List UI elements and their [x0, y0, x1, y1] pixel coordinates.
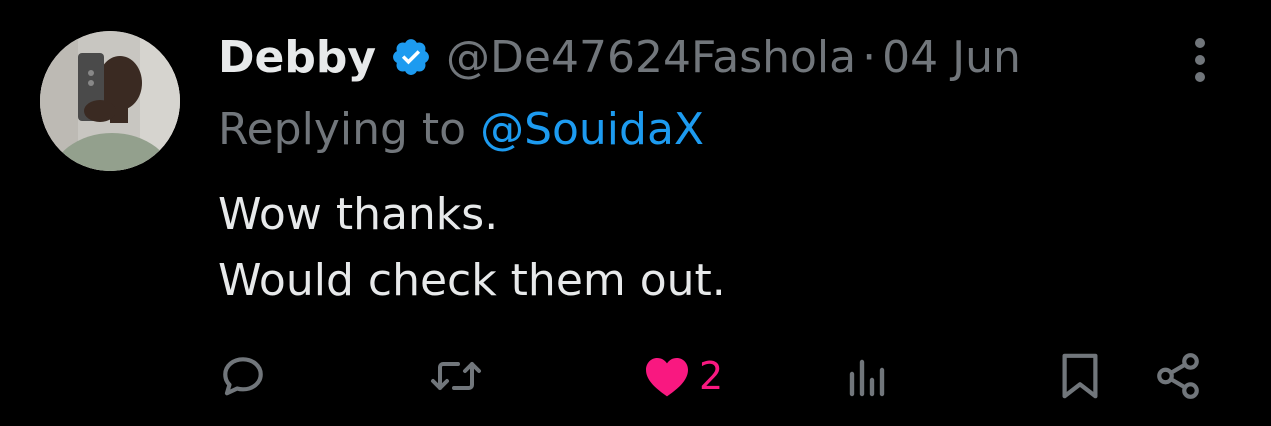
- author-avatar[interactable]: [40, 31, 180, 171]
- tweet-text-line: Would check them out.: [218, 255, 726, 306]
- verified-badge-icon: [390, 36, 432, 78]
- share-button[interactable]: [1153, 350, 1203, 402]
- tweet-header: Debby @De47624Fashola · 04 Jun: [218, 28, 1021, 86]
- like-count: 2: [699, 354, 724, 398]
- share-icon: [1157, 353, 1199, 399]
- tweet-date[interactable]: 04 Jun: [882, 32, 1021, 83]
- header-separator: ·: [862, 31, 877, 83]
- author-display-name[interactable]: Debby: [218, 32, 376, 83]
- retweet-button[interactable]: [428, 350, 484, 402]
- views-button[interactable]: [846, 350, 890, 402]
- bookmark-button[interactable]: [1058, 350, 1102, 402]
- tweet-text: Wow thanks. Would check them out.: [218, 182, 726, 314]
- heart-icon: [646, 358, 688, 397]
- replying-to-mention[interactable]: @SouidaX: [480, 104, 704, 155]
- replying-to-label: Replying to: [218, 104, 467, 155]
- avatar-photo-icon: [40, 31, 180, 171]
- reply-button[interactable]: [218, 350, 268, 402]
- reply-icon: [223, 357, 263, 396]
- author-handle[interactable]: @De47624Fashola: [446, 32, 856, 83]
- bookmark-icon: [1062, 353, 1098, 399]
- tweet-text-line: Wow thanks.: [218, 189, 499, 240]
- tweet[interactable]: Debby @De47624Fashola · 04 Jun Replying …: [0, 0, 1271, 426]
- replying-to: Replying to @SouidaX: [218, 104, 704, 155]
- like-button[interactable]: 2: [643, 350, 723, 402]
- retweet-icon: [431, 362, 481, 390]
- views-icon: [849, 359, 885, 397]
- more-options-icon[interactable]: [1188, 37, 1212, 83]
